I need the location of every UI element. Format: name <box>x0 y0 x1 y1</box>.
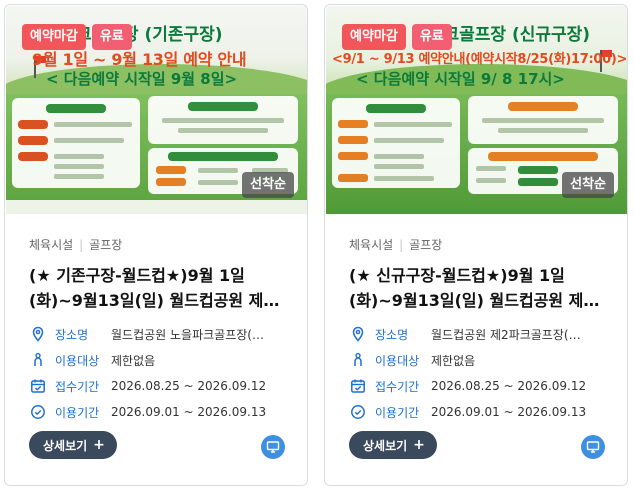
use-row: 이용기간 2026.09.01 ~ 2026.09.13 <box>349 399 619 425</box>
clock-icon <box>29 403 47 421</box>
paid-badge: 유료 <box>91 24 132 50</box>
apply-period-label: 접수기간 <box>375 379 420 394</box>
location-pin-icon <box>29 325 47 343</box>
use-row: 이용기간 2026.09.01 ~ 2026.09.13 <box>29 399 299 425</box>
program-info-list: 장소명 월드컵공원 노을파크골프장(… 이용대상 제한없음 접수기간 2026.… <box>29 321 299 425</box>
apply-period-label: 접수기간 <box>55 379 100 394</box>
calendar-icon <box>349 377 367 395</box>
target-label: 이용대상 <box>375 353 420 368</box>
subcategory-label: 골프장 <box>409 238 443 252</box>
category-breadcrumb: 체육시설 | 골프장 <box>29 238 123 252</box>
program-card[interactable]: 크골프장 (기존구장) 9월 1일 ~ 9월 13일 예약 안내 < 다음예약 … <box>4 4 308 486</box>
detail-button[interactable]: 상세보기 + <box>29 431 117 459</box>
paid-badge: 유료 <box>411 24 452 50</box>
apply-row: 접수기간 2026.08.25 ~ 2026.09.12 <box>29 373 299 399</box>
plus-icon: + <box>93 437 105 453</box>
program-card-list: 크골프장 (기존구장) 9월 1일 ~ 9월 13일 예약 안내 < 다음예약 … <box>0 0 634 494</box>
plus-icon: + <box>413 437 425 453</box>
target-label: 이용대상 <box>55 353 100 368</box>
place-value: 월드컵공원 제2파크골프장(… <box>431 327 581 342</box>
place-row: 장소명 월드컵공원 노을파크골프장(… <box>29 321 299 347</box>
target-value: 제한없음 <box>431 353 476 368</box>
place-label: 장소명 <box>375 327 409 342</box>
category-label: 체육시설 <box>29 238 74 252</box>
apply-period-value: 2026.08.25 ~ 2026.09.12 <box>111 379 267 393</box>
poster-line2: < 다음예약 시작일 9/ 8 17시> <box>356 70 565 88</box>
apply-period-value: 2026.08.25 ~ 2026.09.12 <box>431 379 587 393</box>
category-label: 체육시설 <box>349 238 394 252</box>
place-row: 장소명 월드컵공원 제2파크골프장(… <box>349 321 619 347</box>
detail-button[interactable]: 상세보기 + <box>349 431 437 459</box>
place-value: 월드컵공원 노을파크골프장(… <box>111 327 264 342</box>
detail-button-label: 상세보기 <box>363 438 408 453</box>
use-period-value: 2026.09.01 ~ 2026.09.13 <box>111 405 267 419</box>
monitor-icon[interactable] <box>581 435 605 459</box>
program-title-line2: (화)~9월13일(일) 월드컵공원 제… <box>29 291 280 310</box>
program-title-line1: (★ 기존구장-월드컵★)9월 1일 <box>29 266 245 285</box>
poster-line2: < 다음예약 시작일 9월 8일> <box>46 70 238 88</box>
program-info-list: 장소명 월드컵공원 제2파크골프장(… 이용대상 제한없음 접수기간 2026.… <box>349 321 619 425</box>
subcategory-label: 골프장 <box>89 238 123 252</box>
target-value: 제한없음 <box>111 353 156 368</box>
first-come-badge: 선착순 <box>562 172 614 198</box>
use-period-value: 2026.09.01 ~ 2026.09.13 <box>431 405 587 419</box>
reservation-closed-badge: 예약마감 <box>342 24 406 50</box>
program-title-line1: (★ 신규구장-월드컵★)9월 1일 <box>349 266 565 285</box>
person-icon <box>29 351 47 369</box>
target-row: 이용대상 제한없음 <box>349 347 619 373</box>
poster-thumbnail[interactable]: 크골프장 (기존구장) 9월 1일 ~ 9월 13일 예약 안내 < 다음예약 … <box>6 6 307 214</box>
target-row: 이용대상 제한없음 <box>29 347 299 373</box>
program-card[interactable]: 2파크골프장 (신규구장) <9/1 ~ 9/13 예약안내(예약시작8/25(… <box>324 4 628 486</box>
first-come-badge: 선착순 <box>242 172 294 198</box>
program-title[interactable]: (★ 신규구장-월드컵★)9월 1일 (화)~9월13일(일) 월드컵공원 제… <box>349 263 611 313</box>
clock-icon <box>349 403 367 421</box>
category-breadcrumb: 체육시설 | 골프장 <box>349 238 443 252</box>
detail-button-label: 상세보기 <box>43 438 88 453</box>
poster-line1: <9/1 ~ 9/13 예약안내(예약시작8/25(화)17:00)> <box>332 52 628 67</box>
calendar-icon <box>29 377 47 395</box>
apply-row: 접수기간 2026.08.25 ~ 2026.09.12 <box>349 373 619 399</box>
place-label: 장소명 <box>55 327 89 342</box>
poster-thumbnail[interactable]: 2파크골프장 (신규구장) <9/1 ~ 9/13 예약안내(예약시작8/25(… <box>326 6 628 214</box>
use-period-label: 이용기간 <box>55 405 100 420</box>
location-pin-icon <box>349 325 367 343</box>
reservation-closed-badge: 예약마감 <box>22 24 86 50</box>
person-icon <box>349 351 367 369</box>
monitor-icon[interactable] <box>261 435 285 459</box>
program-title[interactable]: (★ 기존구장-월드컵★)9월 1일 (화)~9월13일(일) 월드컵공원 제… <box>29 263 291 313</box>
program-title-line2: (화)~9월13일(일) 월드컵공원 제… <box>349 291 600 310</box>
use-period-label: 이용기간 <box>375 405 420 420</box>
